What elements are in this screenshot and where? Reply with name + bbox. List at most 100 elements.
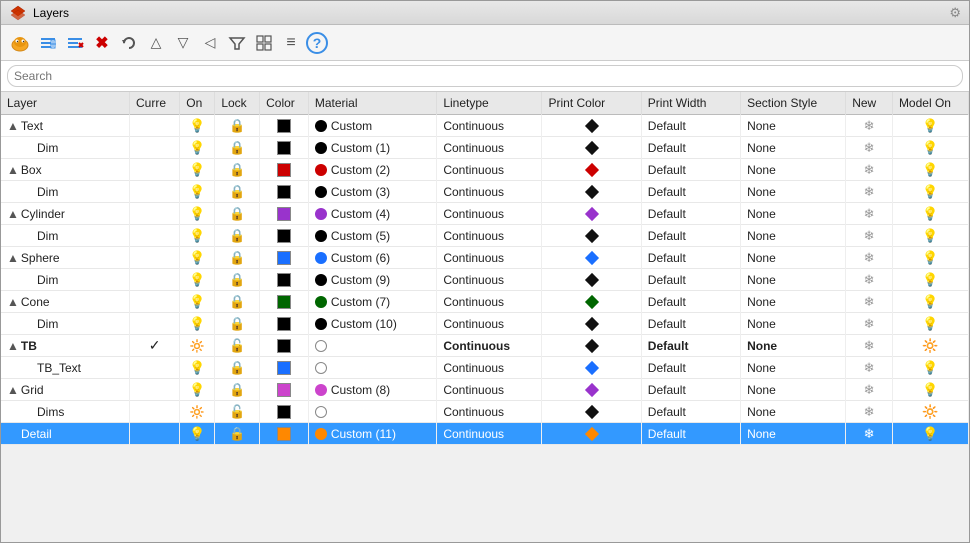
model-on-cell[interactable]: 💡 (892, 291, 968, 313)
color-cell[interactable] (260, 181, 309, 203)
lock-cell[interactable]: 🔒 (215, 225, 260, 247)
color-swatch[interactable] (277, 251, 291, 265)
color-swatch[interactable] (277, 185, 291, 199)
color-swatch[interactable] (277, 383, 291, 397)
new-cell[interactable]: ❄ (846, 181, 893, 203)
model-on-cell[interactable]: 💡 (892, 379, 968, 401)
table-row[interactable]: ▲Grid 💡 🔒 Custom (8) Continuous Default … (1, 379, 969, 401)
on-cell[interactable]: 💡 (180, 181, 215, 203)
table-row[interactable]: Dim 💡 🔒 Custom (5) Continuous Default No… (1, 225, 969, 247)
lock-cell[interactable]: 🔒 (215, 137, 260, 159)
new-cell[interactable]: ❄ (846, 203, 893, 225)
new-layer-snowflake-icon[interactable]: ❄ (864, 272, 875, 287)
lock-locked-icon[interactable]: 🔒 (229, 272, 245, 287)
model-on-cell[interactable]: 💡 (892, 225, 968, 247)
new-layer-snowflake-icon[interactable]: ❄ (864, 338, 875, 353)
on-cell[interactable]: 💡 (180, 269, 215, 291)
table-row[interactable]: ▲TB ✓ 🔆 🔓 Continuous Default None ❄ 🔆 (1, 335, 969, 357)
material-cell[interactable] (308, 335, 437, 357)
bulb-on-icon[interactable]: 💡 (189, 294, 205, 309)
color-swatch[interactable] (277, 339, 291, 353)
lock-cell[interactable]: 🔒 (215, 181, 260, 203)
bulb-on-icon[interactable]: 💡 (189, 140, 205, 155)
model-bulb-icon[interactable]: 💡 (922, 382, 938, 397)
table-row[interactable]: ▲Box 💡 🔒 Custom (2) Continuous Default N… (1, 159, 969, 181)
color-swatch[interactable] (277, 163, 291, 177)
new-layer-snowflake-icon[interactable]: ❄ (864, 184, 875, 199)
model-bulb-icon[interactable]: 💡 (922, 118, 938, 133)
color-cell[interactable] (260, 159, 309, 181)
model-bulb-icon[interactable]: 💡 (922, 228, 938, 243)
color-swatch[interactable] (277, 229, 291, 243)
bulb-on-icon[interactable]: 💡 (189, 360, 205, 375)
on-cell[interactable]: 💡 (180, 247, 215, 269)
new-layer-snowflake-icon[interactable]: ❄ (864, 360, 875, 375)
model-bulb-icon[interactable]: 🔆 (922, 338, 938, 353)
lock-locked-icon[interactable]: 🔒 (229, 294, 245, 309)
model-bulb-icon[interactable]: 💡 (922, 140, 938, 155)
bulb-on-icon[interactable]: 💡 (189, 272, 205, 287)
new-layer-snowflake-icon[interactable]: ❄ (864, 206, 875, 221)
color-cell[interactable] (260, 137, 309, 159)
lock-unlocked-icon[interactable]: 🔓 (229, 404, 245, 419)
bulb-off-icon[interactable]: 🔆 (190, 339, 205, 353)
lock-locked-icon[interactable]: 🔒 (229, 250, 245, 265)
color-cell[interactable] (260, 225, 309, 247)
new-layer-snowflake-icon[interactable]: ❄ (864, 294, 875, 309)
settings-icon[interactable]: ⚙ (949, 5, 961, 21)
lock-locked-icon[interactable]: 🔒 (229, 228, 245, 243)
lock-locked-icon[interactable]: 🔒 (229, 118, 245, 133)
on-cell[interactable]: 💡 (180, 291, 215, 313)
color-cell[interactable] (260, 269, 309, 291)
color-swatch[interactable] (277, 119, 291, 133)
new-cell[interactable]: ❄ (846, 247, 893, 269)
model-bulb-icon[interactable]: 💡 (922, 426, 938, 441)
new-cell[interactable]: ❄ (846, 313, 893, 335)
material-cell[interactable] (308, 401, 437, 423)
bulb-on-icon[interactable]: 💡 (189, 162, 205, 177)
lock-locked-icon[interactable]: 🔒 (229, 206, 245, 221)
lock-cell[interactable]: 🔒 (215, 379, 260, 401)
model-on-cell[interactable]: 💡 (892, 247, 968, 269)
table-row[interactable]: TB_Text 💡 🔒 Continuous Default None ❄ 💡 (1, 357, 969, 379)
new-layer-snowflake-icon[interactable]: ❄ (864, 404, 875, 419)
material-cell[interactable]: Custom (8) (308, 379, 437, 401)
model-bulb-icon[interactable]: 💡 (922, 250, 938, 265)
new-cell[interactable]: ❄ (846, 401, 893, 423)
lock-cell[interactable]: 🔒 (215, 247, 260, 269)
material-cell[interactable]: Custom (7) (308, 291, 437, 313)
new-cell[interactable]: ❄ (846, 159, 893, 181)
model-bulb-icon[interactable]: 💡 (922, 206, 938, 221)
new-layer-snowflake-icon[interactable]: ❄ (864, 316, 875, 331)
move-left-button[interactable]: ◁ (198, 31, 222, 55)
move-down-button[interactable]: ▽ (171, 31, 195, 55)
lock-cell[interactable]: 🔒 (215, 313, 260, 335)
filter-button[interactable] (225, 31, 249, 55)
color-swatch[interactable] (277, 295, 291, 309)
model-on-cell[interactable]: 💡 (892, 203, 968, 225)
table-row[interactable]: Dim 💡 🔒 Custom (1) Continuous Default No… (1, 137, 969, 159)
color-cell[interactable] (260, 357, 309, 379)
table-row[interactable]: Dim 💡 🔒 Custom (10) Continuous Default N… (1, 313, 969, 335)
on-cell[interactable]: 💡 (180, 357, 215, 379)
material-cell[interactable] (308, 357, 437, 379)
model-on-cell[interactable]: 🔆 (892, 401, 968, 423)
bulb-on-icon[interactable]: 💡 (189, 382, 205, 397)
color-cell[interactable] (260, 401, 309, 423)
undo-button[interactable] (117, 31, 141, 55)
on-cell[interactable]: 🔆 (180, 401, 215, 423)
delete-layer-button[interactable] (63, 31, 87, 55)
lock-cell[interactable]: 🔒 (215, 423, 260, 445)
material-cell[interactable]: Custom (2) (308, 159, 437, 181)
color-cell[interactable] (260, 335, 309, 357)
table-row[interactable]: ▲Text 💡 🔒 Custom Continuous Default None… (1, 115, 969, 137)
table-row[interactable]: Dim 💡 🔒 Custom (3) Continuous Default No… (1, 181, 969, 203)
on-cell[interactable]: 💡 (180, 115, 215, 137)
material-cell[interactable]: Custom (308, 115, 437, 137)
color-swatch[interactable] (277, 317, 291, 331)
new-cell[interactable]: ❄ (846, 335, 893, 357)
lock-cell[interactable]: 🔒 (215, 159, 260, 181)
material-cell[interactable]: Custom (6) (308, 247, 437, 269)
new-layer-snowflake-icon[interactable]: ❄ (864, 228, 875, 243)
color-cell[interactable] (260, 291, 309, 313)
